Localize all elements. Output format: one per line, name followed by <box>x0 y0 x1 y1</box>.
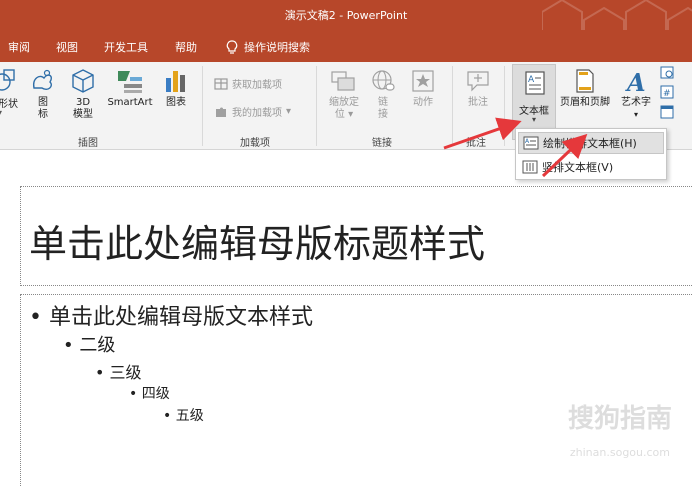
arrow-to-textbox <box>443 117 522 150</box>
powerpoint-window: 演示文稿2 - PowerPoint 审阅 视图 开发工具 帮助 操作说明搜索 … <box>0 0 692 487</box>
annotation-arrows <box>443 117 588 178</box>
arrow-to-draw-horizontal <box>541 133 588 178</box>
